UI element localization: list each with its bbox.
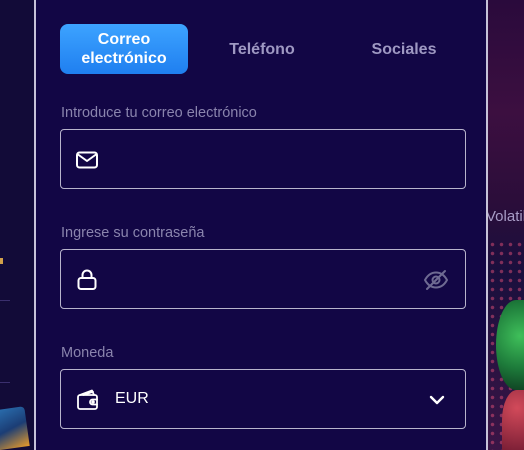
background-left-strip [0, 0, 34, 450]
background-mark [0, 258, 3, 264]
tab-social[interactable]: Sociales [342, 24, 466, 74]
wallet-icon [77, 389, 98, 410]
password-input[interactable] [115, 250, 409, 310]
tab-email-label: Correo electrónico [81, 31, 167, 67]
background-divider [0, 300, 10, 301]
background-game-art [502, 390, 524, 450]
background-volatility-text: Volatil [488, 208, 524, 225]
currency-field-label: Moneda [61, 345, 114, 361]
currency-selected-value: EUR [115, 390, 149, 407]
mail-icon [76, 151, 98, 169]
tab-social-label: Sociales [371, 40, 437, 58]
email-field-label: Introduce tu correo electrónico [61, 105, 257, 121]
registration-panel: Correo electrónico Teléfono Sociales Int… [34, 0, 488, 450]
password-field[interactable] [60, 249, 466, 310]
background-right-strip: Volatil [488, 0, 524, 450]
password-field-label: Ingrese su contraseña [61, 225, 205, 241]
tab-phone[interactable]: Teléfono [200, 24, 324, 74]
currency-select[interactable]: EUR [60, 369, 466, 429]
background-game-thumbnail [0, 406, 30, 450]
registration-method-tabs: Correo electrónico Teléfono Sociales [60, 24, 466, 74]
tab-phone-label: Teléfono [229, 40, 295, 58]
tab-email[interactable]: Correo electrónico [60, 24, 188, 74]
chevron-down-icon [429, 395, 445, 405]
background-divider [0, 382, 10, 383]
email-input[interactable] [115, 130, 409, 190]
eye-off-icon[interactable] [423, 268, 449, 292]
lock-icon [77, 269, 97, 290]
email-field[interactable] [60, 129, 466, 190]
screen: Volatil Correo electrónico Teléfono Soci… [0, 0, 524, 450]
